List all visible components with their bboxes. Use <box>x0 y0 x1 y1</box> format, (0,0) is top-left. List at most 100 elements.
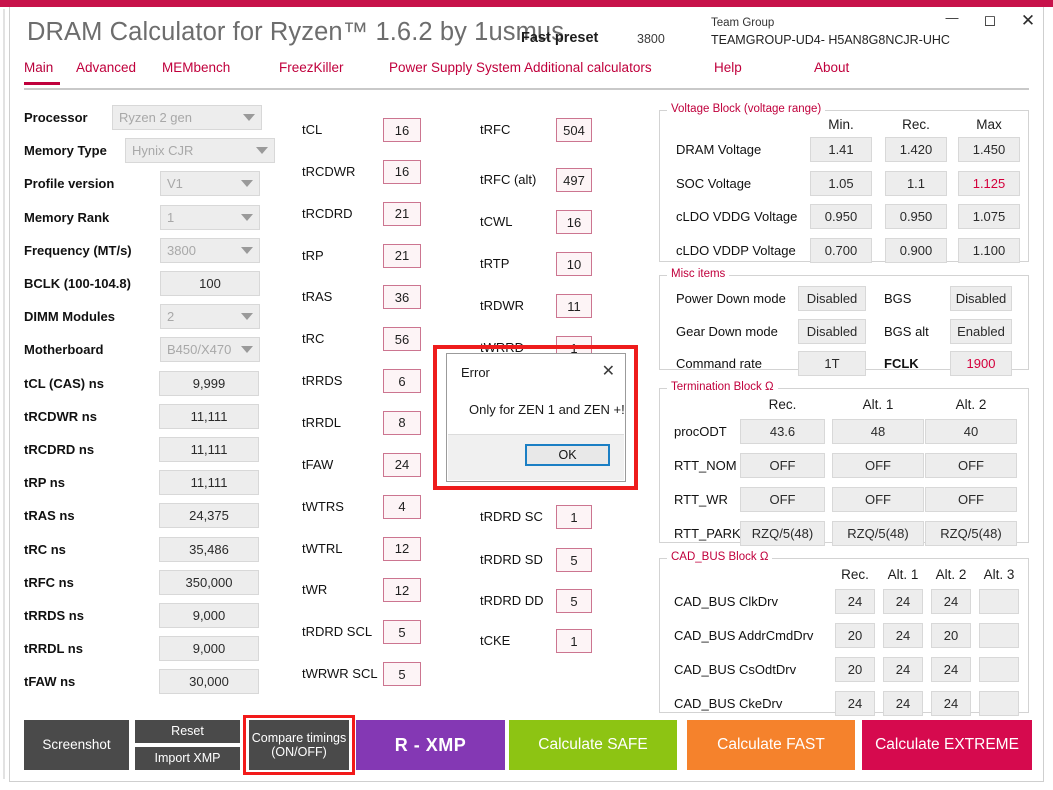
tab-help[interactable]: Help <box>714 60 742 75</box>
input-tfaw[interactable]: 24 <box>383 452 421 477</box>
input-twtrs[interactable]: 4 <box>383 494 421 519</box>
input-trrdl[interactable]: 8 <box>383 410 421 435</box>
input-cad-bus-1-1[interactable]: 24 <box>883 623 923 648</box>
input-cad-bus-3-1[interactable]: 24 <box>883 691 923 716</box>
input-trfc-alt-[interactable]: 497 <box>556 168 592 192</box>
input-termination-3-2[interactable]: RZQ/5(48) <box>925 521 1017 546</box>
input-misc-left-0[interactable]: Disabled <box>798 286 866 311</box>
input-voltage-2-1[interactable]: 0.950 <box>885 204 947 229</box>
input-trc[interactable]: 56 <box>383 327 421 352</box>
import-xmp-button[interactable]: Import XMP <box>135 747 240 770</box>
input-trdrd-sd[interactable]: 5 <box>556 548 592 572</box>
input-cad-bus-0-3[interactable] <box>979 589 1019 614</box>
input-voltage-0-2[interactable]: 1.450 <box>958 137 1020 162</box>
screenshot-button[interactable]: Screenshot <box>24 720 129 770</box>
combo-memory-rank[interactable]: 1 <box>160 204 260 230</box>
maximize-icon[interactable]: ◻ <box>979 11 1001 29</box>
input-trdrd-scl[interactable]: 5 <box>383 620 421 645</box>
input-trdrd-dd[interactable]: 5 <box>556 589 592 613</box>
input-termination-1-2[interactable]: OFF <box>925 453 1017 478</box>
input-termination-1-1[interactable]: OFF <box>832 453 924 478</box>
input-misc-right-1[interactable]: Enabled <box>950 318 1012 344</box>
combo-dimm-modules[interactable]: 2 <box>160 304 260 330</box>
input-termination-1-0[interactable]: OFF <box>740 453 825 478</box>
input-termination-2-0[interactable]: OFF <box>740 487 825 512</box>
tab-main[interactable]: Main <box>24 60 53 75</box>
input-termination-0-2[interactable]: 40 <box>925 419 1017 444</box>
reset-button[interactable]: Reset <box>135 720 240 743</box>
input-trcdwr[interactable]: 16 <box>383 159 421 184</box>
input-trp[interactable]: 21 <box>383 243 421 268</box>
input-trrds-ns[interactable]: 9,000 <box>159 603 259 628</box>
input-voltage-3-0[interactable]: 0.700 <box>810 237 872 263</box>
input-voltage-0-1[interactable]: 1.420 <box>885 137 947 162</box>
input-twrwr-scl[interactable]: 5 <box>383 662 421 687</box>
input-trdwr[interactable]: 11 <box>556 294 592 318</box>
input-trcdrd-ns[interactable]: 11,111 <box>159 437 259 462</box>
combo-frequency-mt-s-[interactable]: 3800 <box>160 237 260 263</box>
input-cad-bus-1-0[interactable]: 20 <box>835 623 875 648</box>
input-cad-bus-0-0[interactable]: 24 <box>835 589 875 614</box>
input-trrds[interactable]: 6 <box>383 369 421 394</box>
input-voltage-3-1[interactable]: 0.900 <box>885 237 947 263</box>
input-tras[interactable]: 36 <box>383 285 421 310</box>
input-cad-bus-3-2[interactable]: 24 <box>931 691 971 716</box>
input-trrdl-ns[interactable]: 9,000 <box>159 636 259 662</box>
input-cad-bus-0-1[interactable]: 24 <box>883 589 923 614</box>
input-misc-right-0[interactable]: Disabled <box>950 286 1012 311</box>
input-termination-2-2[interactable]: OFF <box>925 487 1017 512</box>
input-tfaw-ns[interactable]: 30,000 <box>159 669 259 695</box>
input-tcl-cas-ns[interactable]: 9,999 <box>159 370 259 396</box>
calculate-fast-button[interactable]: Calculate FAST <box>687 720 855 770</box>
input-trcdrd[interactable]: 21 <box>383 201 421 226</box>
input-cad-bus-2-1[interactable]: 24 <box>883 657 923 682</box>
tab-about[interactable]: About <box>814 60 849 75</box>
input-cad-bus-1-2[interactable]: 20 <box>931 623 971 648</box>
input-twr[interactable]: 12 <box>383 578 421 603</box>
input-tcwl[interactable]: 16 <box>556 210 592 234</box>
input-cad-bus-2-0[interactable]: 20 <box>835 657 875 682</box>
input-trc-ns[interactable]: 35,486 <box>159 536 259 562</box>
input-cad-bus-1-3[interactable] <box>979 623 1019 648</box>
input-voltage-2-2[interactable]: 1.075 <box>958 204 1020 229</box>
input-trp-ns[interactable]: 11,111 <box>159 470 259 496</box>
input-termination-0-0[interactable]: 43.6 <box>740 419 825 444</box>
input-cad-bus-3-3[interactable] <box>979 691 1019 716</box>
input-voltage-3-2[interactable]: 1.100 <box>958 237 1020 263</box>
input-bclk[interactable]: 100 <box>160 271 260 296</box>
calculate-extreme-button[interactable]: Calculate EXTREME <box>862 720 1032 770</box>
tab-power-supply-system[interactable]: Power Supply System <box>389 60 521 75</box>
input-cad-bus-0-2[interactable]: 24 <box>931 589 971 614</box>
input-cad-bus-3-0[interactable]: 24 <box>835 691 875 716</box>
close-icon[interactable]: ✕ <box>1017 11 1039 29</box>
input-trdrd-sc[interactable]: 1 <box>556 505 592 529</box>
combo-memory-type[interactable]: Hynix CJR <box>125 138 275 164</box>
input-termination-3-0[interactable]: RZQ/5(48) <box>740 521 825 546</box>
input-misc-right-2[interactable]: 1900 <box>950 351 1012 376</box>
input-trfc-ns[interactable]: 350,000 <box>159 569 259 595</box>
tab-additional-calculators[interactable]: Additional calculators <box>524 60 652 75</box>
close-icon[interactable]: ✕ <box>602 361 615 381</box>
r-xmp-button[interactable]: R - XMP <box>356 720 505 770</box>
input-voltage-0-0[interactable]: 1.41 <box>810 137 872 162</box>
input-trtp[interactable]: 10 <box>556 252 592 276</box>
tab-advanced[interactable]: Advanced <box>76 60 136 75</box>
calculate-safe-button[interactable]: Calculate SAFE <box>509 720 677 770</box>
input-termination-0-1[interactable]: 48 <box>832 419 924 444</box>
input-misc-left-1[interactable]: Disabled <box>798 318 866 344</box>
input-tcke[interactable]: 1 <box>556 629 592 653</box>
input-termination-3-1[interactable]: RZQ/5(48) <box>832 521 924 546</box>
input-voltage-1-2[interactable]: 1.125 <box>958 170 1020 196</box>
input-cad-bus-2-2[interactable]: 24 <box>931 657 971 682</box>
input-termination-2-1[interactable]: OFF <box>832 487 924 512</box>
tab-membench[interactable]: MEMbench <box>162 60 230 75</box>
tab-freezkiller[interactable]: FreezKiller <box>279 60 344 75</box>
input-trcdwr-ns[interactable]: 11,111 <box>159 403 259 429</box>
input-voltage-1-0[interactable]: 1.05 <box>810 170 872 196</box>
input-trfc[interactable]: 504 <box>556 118 592 142</box>
ok-button[interactable]: OK <box>525 444 610 466</box>
combo-profile-version[interactable]: V1 <box>160 171 260 197</box>
combo-motherboard[interactable]: B450/X470 <box>160 337 260 363</box>
input-voltage-2-0[interactable]: 0.950 <box>810 204 872 229</box>
compare-timings-button[interactable]: Compare timings (ON/OFF) <box>249 720 349 770</box>
